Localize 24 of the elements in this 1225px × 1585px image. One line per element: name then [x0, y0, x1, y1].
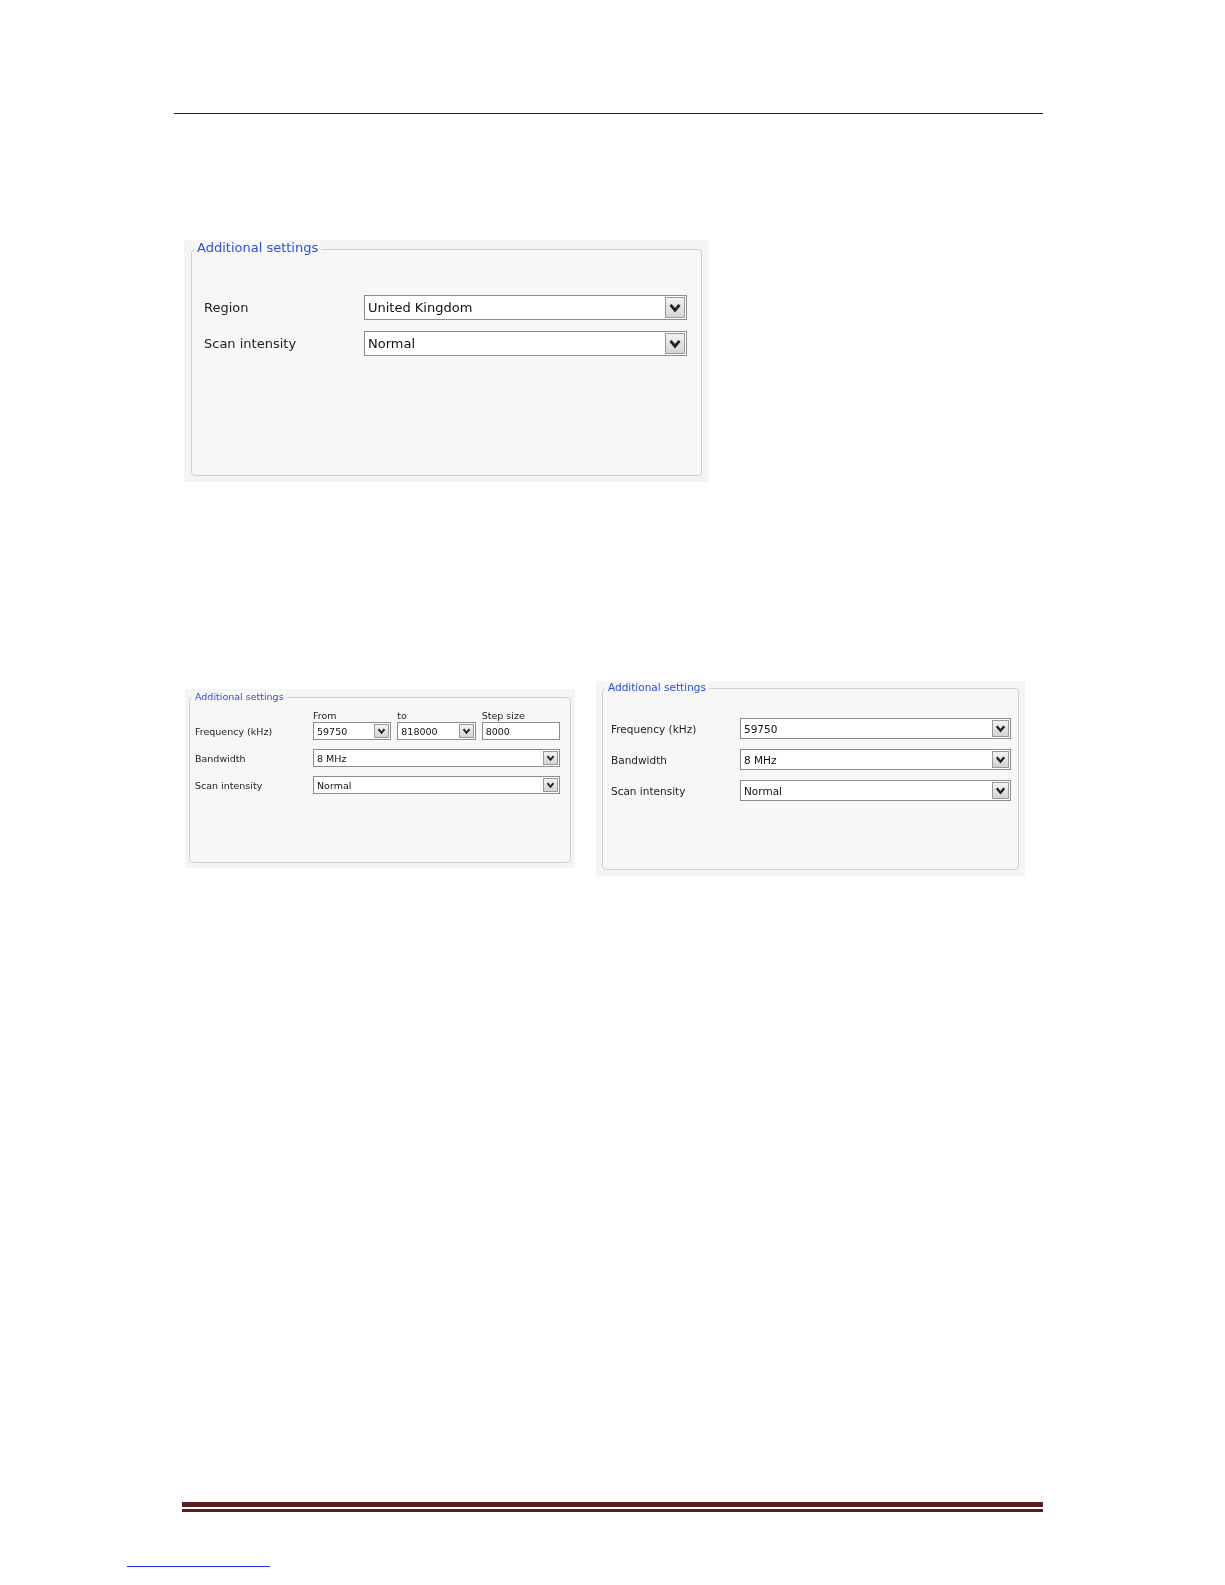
field-label: Bandwidth [611, 753, 668, 766]
dropdown[interactable]: United Kingdom [364, 295, 687, 320]
field-label: Frequency (kHz) [195, 725, 274, 737]
field-label: Frequency (kHz) [611, 722, 698, 735]
dropdown[interactable]: 8 MHz [313, 749, 560, 767]
field-label: Scan intensity [611, 784, 687, 797]
dropdown[interactable]: Normal [313, 776, 560, 794]
field-label: Scan intensity [204, 336, 298, 351]
group-title: Additional settings [194, 240, 322, 258]
group-title: Additional settings [605, 681, 709, 695]
dropdown[interactable]: 8 MHz [740, 749, 1011, 770]
dropdown[interactable]: 59750 [313, 722, 392, 740]
dropdown[interactable]: Normal [364, 331, 687, 356]
dropdown[interactable]: 59750 [740, 718, 1011, 739]
dropdown[interactable]: Normal [740, 780, 1011, 801]
dropdown[interactable]: 818000 [397, 722, 476, 740]
group-title: Additional settings [192, 690, 287, 704]
field-label: Region [204, 300, 250, 315]
column-label: From [313, 710, 338, 721]
field-label: Bandwidth [195, 752, 247, 764]
field-label: Scan intensity [195, 779, 264, 791]
column-label: Step size [481, 710, 526, 721]
input-field[interactable]: 8000 [481, 722, 560, 740]
column-label: to [397, 710, 408, 721]
